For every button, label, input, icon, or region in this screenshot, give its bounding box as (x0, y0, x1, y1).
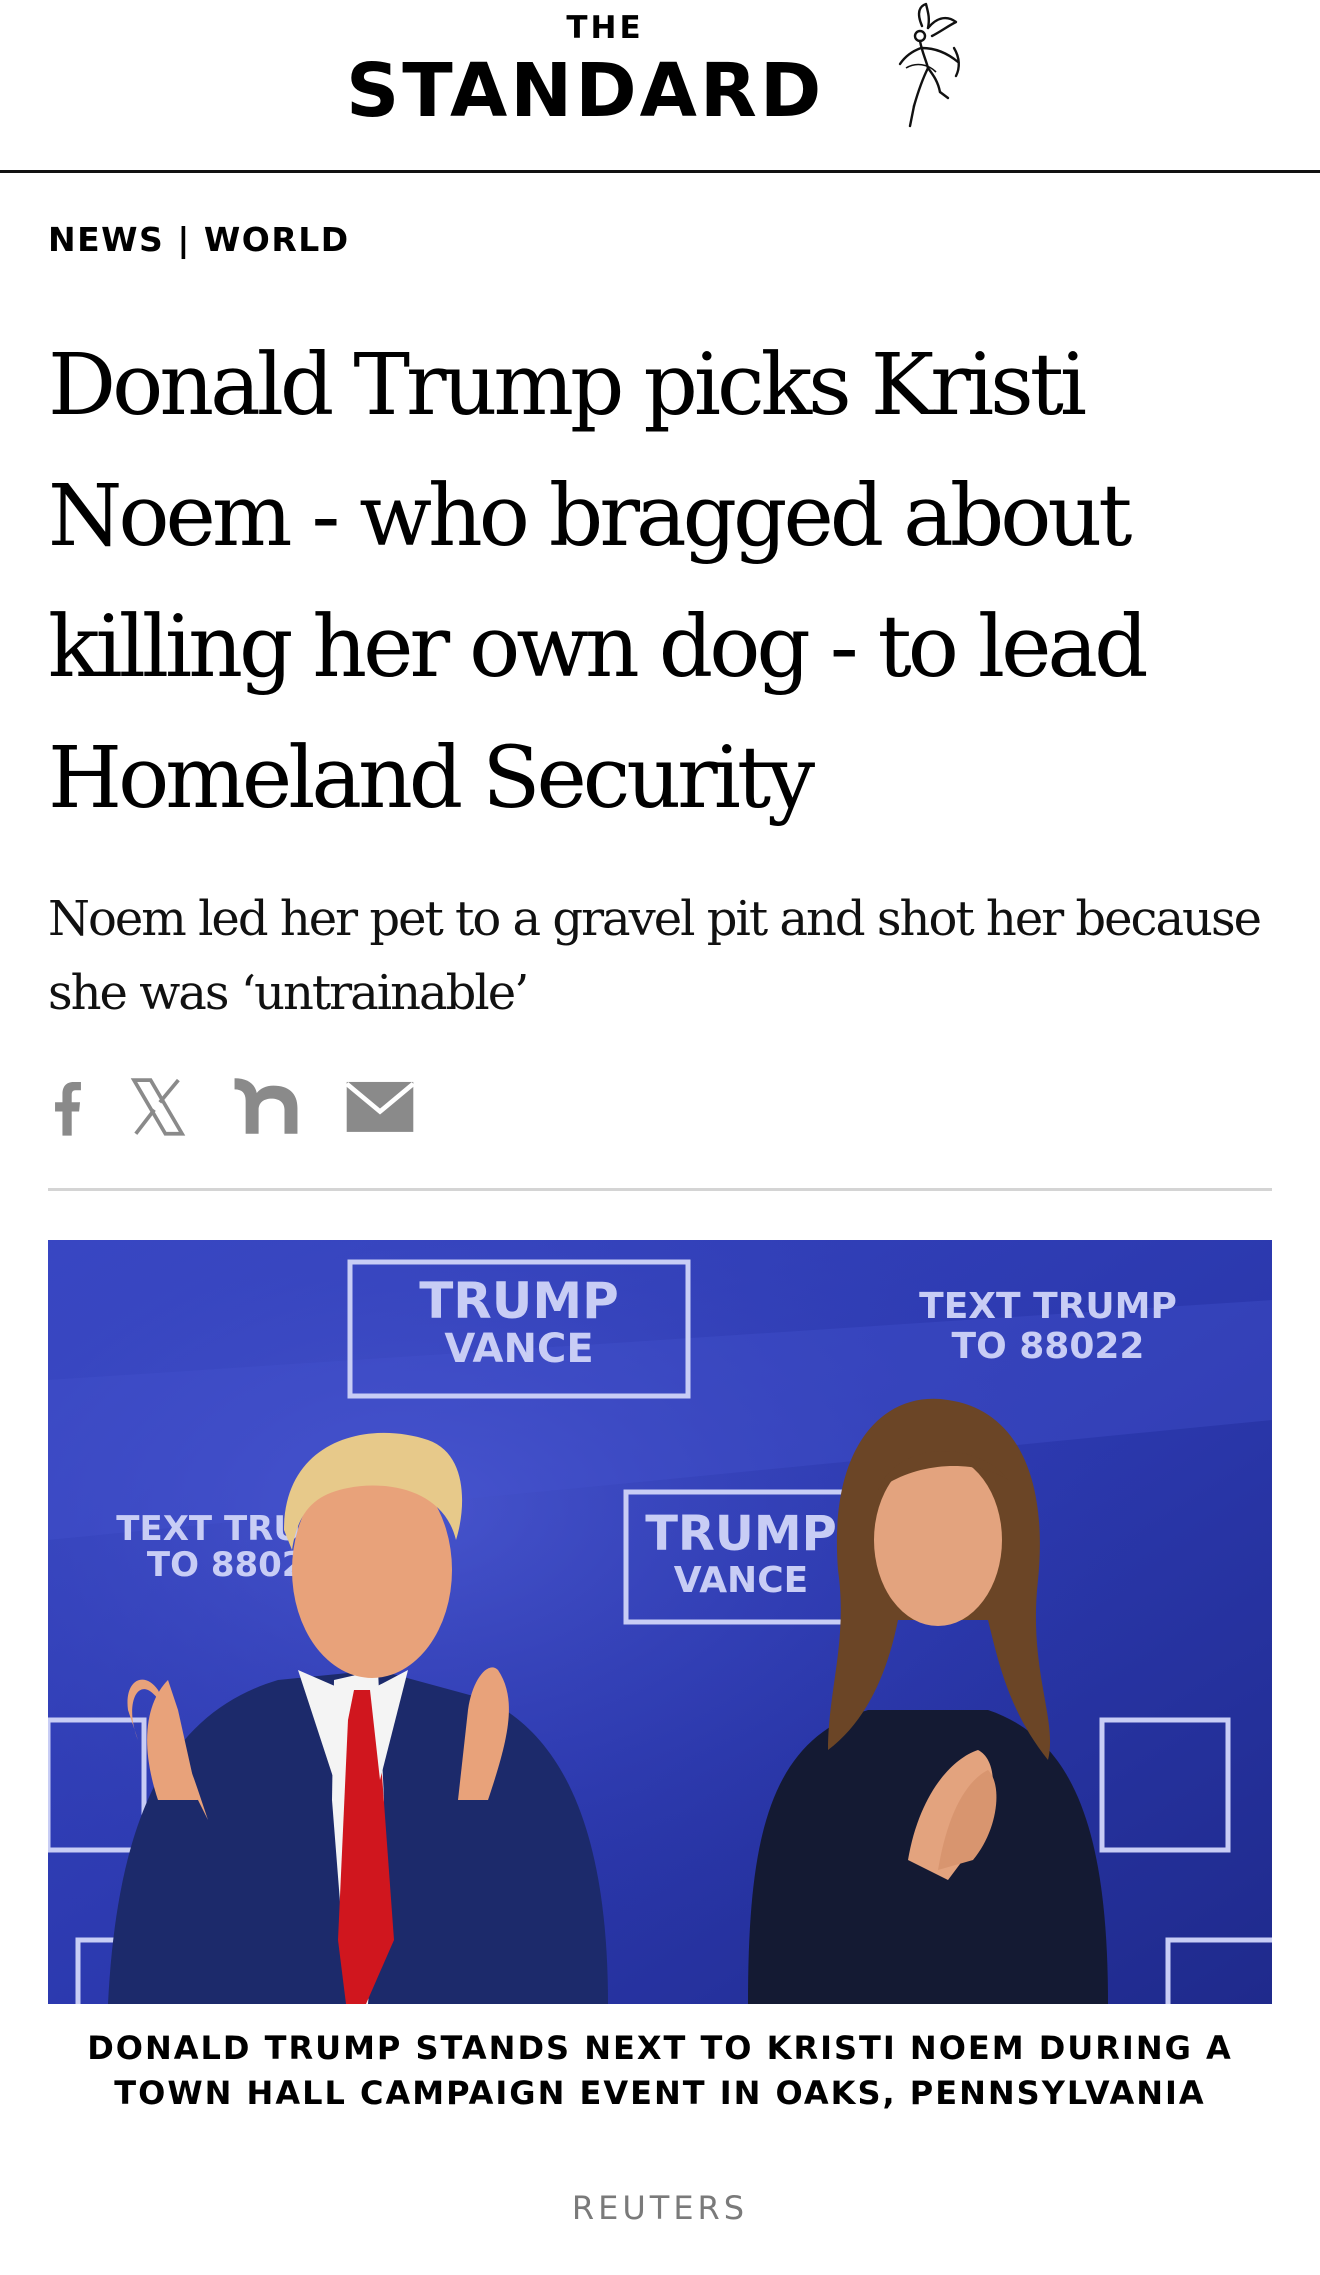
hero-photo-illustration: TRUMP VANCE TEXT TRUMP TO 88022 TEXT TRU… (48, 1240, 1272, 2004)
hero-photo: TRUMP VANCE TEXT TRUMP TO 88022 TEXT TRU… (48, 1240, 1272, 2004)
facebook-icon[interactable] (48, 1069, 88, 1143)
eros-statue-icon (898, 2, 960, 128)
article-headline: Donald Trump picks Kristi Noem - who bra… (48, 336, 1149, 828)
sign-vance-mid: VANCE (674, 1560, 808, 1601)
masthead: THE STANDARD (0, 0, 1320, 173)
brand-the[interactable]: THE (540, 10, 670, 46)
share-divider (48, 1188, 1272, 1191)
photo-caption: DONALD TRUMP STANDS NEXT TO KRISTI NOEM … (87, 2029, 1233, 2112)
article-standfirst: Noem led her pet to a gravel pit and sho… (48, 891, 1262, 1021)
masthead-divider (0, 170, 1320, 173)
sign-vance: VANCE (444, 1326, 593, 1372)
sign-trump: TRUMP (419, 1272, 619, 1330)
nextdoor-icon[interactable] (228, 1069, 304, 1143)
x-icon[interactable] (126, 1069, 190, 1143)
sign-text-line1: TEXT TRUMP (919, 1286, 1177, 1327)
sign-text-line2: TO 88022 (952, 1326, 1145, 1367)
share-bar (48, 1066, 456, 1146)
sign-trump-mid: TRUMP (645, 1506, 837, 1562)
photo-credit: REUTERS (571, 2189, 749, 2227)
email-icon[interactable] (342, 1069, 418, 1143)
brand-logo[interactable]: STANDARD (346, 46, 824, 136)
breadcrumb-separator: | (177, 220, 191, 259)
breadcrumb-world-link[interactable]: WORLD (204, 220, 350, 259)
breadcrumb: NEWS | WORLD (48, 218, 350, 262)
breadcrumb-news-link[interactable]: NEWS (48, 220, 164, 259)
